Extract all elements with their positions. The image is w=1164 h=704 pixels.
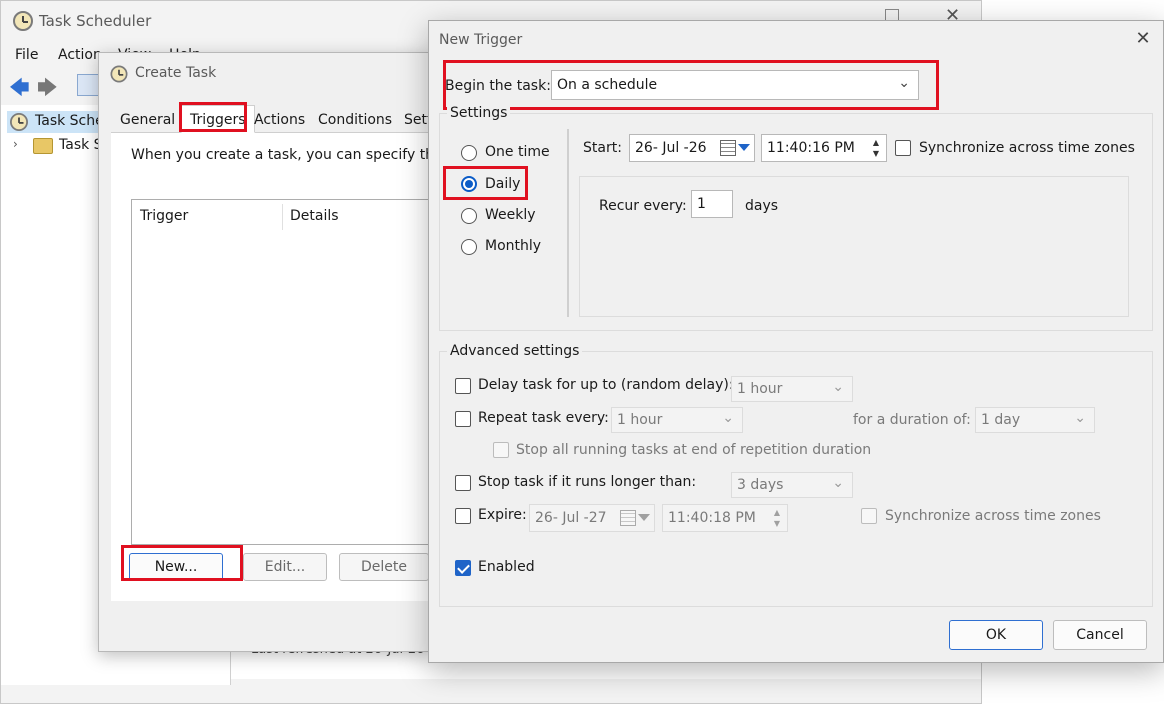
selected-value: 1 hour (617, 412, 663, 428)
menu-action[interactable]: Action (58, 47, 102, 63)
radio-monthly-label[interactable]: Monthly (485, 238, 541, 254)
calendar-icon[interactable] (720, 139, 750, 157)
column-separator (282, 204, 283, 230)
radio-one-time-label[interactable]: One time (485, 144, 550, 160)
tab-conditions[interactable]: Conditions (309, 105, 401, 133)
radio-weekly-label[interactable]: Weekly (485, 207, 536, 223)
calendar-icon[interactable] (620, 509, 650, 527)
duration-label: for a duration of: (853, 412, 971, 428)
start-label: Start: (583, 140, 622, 156)
back-arrow-icon[interactable]: 🡄 (9, 73, 30, 107)
selected-value: 3 days (737, 477, 784, 493)
column-details[interactable]: Details (290, 208, 339, 224)
enabled-checkbox[interactable] (455, 560, 471, 576)
chevron-down-icon: ⌄ (1074, 410, 1086, 426)
repeat-task-label[interactable]: Repeat task every: (478, 410, 609, 426)
tree-item-library[interactable]: › Task Scheduler Library (13, 135, 105, 157)
sync-time-zones-label[interactable]: Synchronize across time zones (919, 140, 1135, 156)
radio-one-time[interactable] (461, 145, 477, 161)
start-date-picker[interactable]: 26- Jul -26 (629, 134, 755, 162)
tab-strip: General Triggers Actions Conditions Sett… (111, 105, 431, 133)
edit-trigger-button[interactable]: Edit... (243, 553, 327, 581)
expire-date-value: 26- Jul -27 (535, 510, 607, 526)
triggers-tab-highlight (179, 102, 247, 132)
advanced-settings-title: Advanced settings (447, 343, 583, 359)
folder-icon (33, 138, 53, 154)
start-time-input[interactable]: 11:40:16 PM ▲ ▼ (761, 134, 887, 162)
clock-icon (13, 11, 33, 31)
delete-trigger-button[interactable]: Delete (339, 553, 429, 581)
ok-button[interactable]: OK (949, 620, 1043, 650)
new-button-highlight (121, 545, 243, 581)
recur-every-value: 1 (697, 196, 706, 212)
selected-value: 1 hour (737, 381, 783, 397)
tab-settings[interactable]: Settings (395, 105, 431, 133)
expire-label[interactable]: Expire: (478, 507, 527, 523)
new-trigger-dialog: New Trigger ✕ Begin the task: On a sched… (428, 20, 1164, 663)
repeat-task-select[interactable]: 1 hour ⌄ (611, 407, 743, 433)
tree-item-task-scheduler[interactable]: Task Scheduler (7, 111, 107, 133)
tab-actions[interactable]: Actions (245, 105, 314, 133)
window-title: Task Scheduler (39, 12, 152, 30)
expire-time-value: 11:40:18 PM (668, 510, 756, 526)
duration-select[interactable]: 1 day ⌄ (975, 407, 1095, 433)
cancel-button[interactable]: Cancel (1053, 620, 1147, 650)
time-spinner-icon[interactable]: ▲ ▼ (769, 507, 785, 529)
chevron-down-icon: ⌄ (722, 410, 734, 426)
recur-every-input[interactable]: 1 (691, 190, 733, 218)
clock-icon (110, 65, 128, 83)
sync-time-zones-checkbox[interactable] (895, 140, 911, 156)
expire-checkbox[interactable] (455, 508, 471, 524)
dialog-title: New Trigger (439, 32, 523, 48)
settings-divider (567, 129, 569, 317)
menu-file[interactable]: File (15, 47, 38, 63)
daily-highlight (443, 166, 528, 200)
stop-running-tasks-label[interactable]: Stop all running tasks at end of repetit… (516, 442, 871, 458)
chevron-down-icon: ⌄ (832, 379, 844, 395)
radio-weekly[interactable] (461, 208, 477, 224)
time-spinner-icon[interactable]: ▲ ▼ (868, 137, 884, 159)
expire-time-input[interactable]: 11:40:18 PM ▲ ▼ (662, 504, 788, 532)
tab-general[interactable]: General (111, 105, 184, 133)
triggers-description: When you create a task, you can specify … (131, 147, 431, 163)
start-date-value: 26- Jul -26 (635, 140, 707, 156)
delay-task-checkbox[interactable] (455, 378, 471, 394)
expire-sync-checkbox[interactable] (861, 508, 877, 524)
dialog-title: Create Task (135, 65, 217, 81)
recur-unit-label: days (745, 198, 779, 214)
chevron-right-icon[interactable]: › (13, 137, 18, 151)
delay-task-label[interactable]: Delay task for up to (random delay): (478, 377, 734, 393)
triggers-list[interactable]: Trigger Details (131, 199, 431, 545)
stop-task-longer-checkbox[interactable] (455, 475, 471, 491)
create-task-dialog: Create Task General Triggers Actions Con… (98, 52, 431, 652)
repeat-task-checkbox[interactable] (455, 411, 471, 427)
stop-task-longer-label[interactable]: Stop task if it runs longer than: (478, 474, 696, 490)
expire-date-picker[interactable]: 26- Jul -27 (529, 504, 655, 532)
radio-monthly[interactable] (461, 239, 477, 255)
chevron-down-icon: ⌄ (832, 475, 844, 491)
stop-task-longer-select[interactable]: 3 days ⌄ (731, 472, 853, 498)
start-time-value: 11:40:16 PM (767, 140, 855, 156)
column-trigger[interactable]: Trigger (140, 208, 188, 224)
tree-item-label: Task Scheduler (35, 113, 107, 129)
enabled-label[interactable]: Enabled (478, 559, 535, 575)
forward-arrow-icon[interactable]: 🡆 (37, 73, 58, 107)
recur-every-label: Recur every: (599, 198, 687, 214)
begin-task-highlight (443, 60, 939, 110)
close-icon[interactable]: ✕ (1133, 29, 1153, 49)
settings-group-title: Settings (447, 105, 511, 121)
delay-task-select[interactable]: 1 hour ⌄ (731, 376, 853, 402)
triggers-panel: When you create a task, you can specify … (111, 133, 431, 601)
stop-running-tasks-checkbox[interactable] (493, 442, 509, 458)
selected-value: 1 day (981, 412, 1021, 428)
expire-sync-label[interactable]: Synchronize across time zones (885, 508, 1101, 524)
clock-icon (10, 113, 28, 131)
